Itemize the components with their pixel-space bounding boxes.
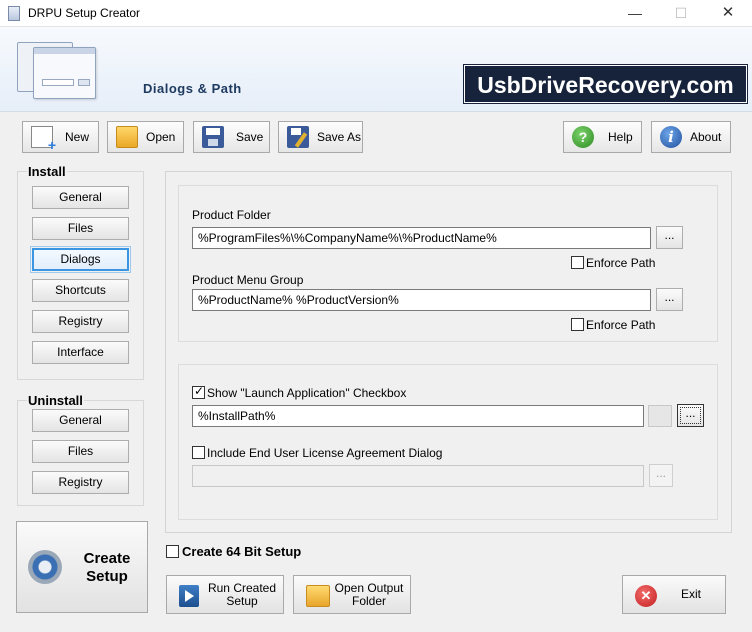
install-dialogs-button[interactable]: Dialogs <box>30 246 131 273</box>
floppy-disk-icon <box>202 126 224 148</box>
install-interface-button[interactable]: Interface <box>32 341 129 364</box>
exit-icon: ✕ <box>635 585 657 607</box>
dialog-window-icon <box>33 47 96 99</box>
save-label: Save <box>236 130 264 144</box>
exit-button[interactable]: ✕ Exit <box>622 575 726 614</box>
enforce-path-checkbox-2[interactable] <box>571 318 584 331</box>
launch-application-checkbox[interactable] <box>192 384 205 399</box>
launch-path-preview-box <box>648 405 672 427</box>
open-button[interactable]: Open <box>107 121 184 153</box>
launch-path-browse-button[interactable]: ... <box>677 404 704 427</box>
create-64-bit-label: Create 64 Bit Setup <box>182 544 302 559</box>
install-files-button[interactable]: Files <box>32 217 129 240</box>
create-setup-line2: Setup <box>86 568 128 585</box>
enforce-path-label-2: Enforce Path <box>586 318 656 332</box>
exit-label: Exit <box>680 587 701 601</box>
save-as-button[interactable]: Save As <box>278 121 363 153</box>
new-document-icon <box>31 126 56 153</box>
header-banner: Dialogs & Path UsbDriveRecovery.com <box>0 27 752 112</box>
help-label: Help <box>608 130 633 144</box>
new-label: New <box>65 130 90 144</box>
run-created-setup-button[interactable]: Run Created Setup <box>166 575 284 614</box>
enforce-path-label-1: Enforce Path <box>586 256 656 270</box>
window-title: DRPU Setup Creator <box>28 6 141 20</box>
uninstall-registry-button[interactable]: Registry <box>32 471 129 494</box>
create-64-bit-checkbox[interactable] <box>166 545 179 558</box>
info-icon: i <box>660 126 682 148</box>
save-as-icon <box>287 126 309 148</box>
about-button[interactable]: i About <box>651 121 731 153</box>
enforce-path-checkbox-1[interactable] <box>571 256 584 269</box>
launch-path-input[interactable]: %InstallPath% <box>192 405 644 427</box>
install-group-label: Install <box>27 164 67 179</box>
open-output-folder-button[interactable]: Open Output Folder <box>293 575 411 614</box>
uninstall-files-button[interactable]: Files <box>32 440 129 463</box>
product-menu-group-label: Product Menu Group <box>192 273 304 287</box>
save-button[interactable]: Save <box>193 121 270 153</box>
product-menu-group-input[interactable]: %ProductName% %ProductVersion% <box>192 289 651 311</box>
app-icon <box>8 6 20 21</box>
product-folder-browse-button[interactable]: ... <box>656 226 683 249</box>
uninstall-general-button[interactable]: General <box>32 409 129 432</box>
new-button[interactable]: New <box>22 121 99 153</box>
section-title: Dialogs & Path <box>143 81 242 96</box>
open-output-line2: Folder <box>351 594 386 608</box>
product-menu-group-browse-button[interactable]: ... <box>656 288 683 311</box>
product-folder-label: Product Folder <box>192 208 271 222</box>
close-button[interactable]: ✕ <box>705 0 751 27</box>
save-as-label: Save As <box>317 130 362 144</box>
open-label: Open <box>146 130 176 144</box>
eula-path-input[interactable] <box>192 465 644 487</box>
minimize-button[interactable]: — <box>612 0 658 27</box>
title-bar: DRPU Setup Creator — ☐ ✕ <box>0 0 752 27</box>
install-general-button[interactable]: General <box>32 186 129 209</box>
create-setup-button[interactable]: Create Setup <box>16 521 148 613</box>
uninstall-group-label: Uninstall <box>27 393 84 408</box>
install-shortcuts-button[interactable]: Shortcuts <box>32 279 129 302</box>
eula-checkbox[interactable] <box>192 446 205 459</box>
open-output-folder-label: Open Output Folder <box>334 582 404 608</box>
brand-logo: UsbDriveRecovery.com <box>463 64 748 104</box>
install-registry-button[interactable]: Registry <box>32 310 129 333</box>
help-icon: ? <box>572 126 594 148</box>
run-created-setup-label: Run Created Setup <box>207 582 277 608</box>
folder-icon <box>116 126 138 148</box>
maximize-button[interactable]: ☐ <box>658 0 704 27</box>
folder-icon <box>306 585 330 607</box>
product-folder-input[interactable]: %ProgramFiles%\%CompanyName%\%ProductNam… <box>192 227 651 249</box>
about-label: About <box>690 130 722 144</box>
run-setup-icon <box>179 585 199 607</box>
create-setup-line1: Create <box>83 550 131 567</box>
eula-browse-button[interactable]: ... <box>649 464 673 487</box>
eula-label: Include End User License Agreement Dialo… <box>207 446 443 460</box>
launch-application-label: Show "Launch Application" Checkbox <box>207 386 407 400</box>
gear-icon <box>28 550 62 584</box>
help-button[interactable]: ? Help <box>563 121 642 153</box>
create-setup-label: Create Setup <box>77 550 137 586</box>
run-created-line2: Setup <box>226 594 258 608</box>
